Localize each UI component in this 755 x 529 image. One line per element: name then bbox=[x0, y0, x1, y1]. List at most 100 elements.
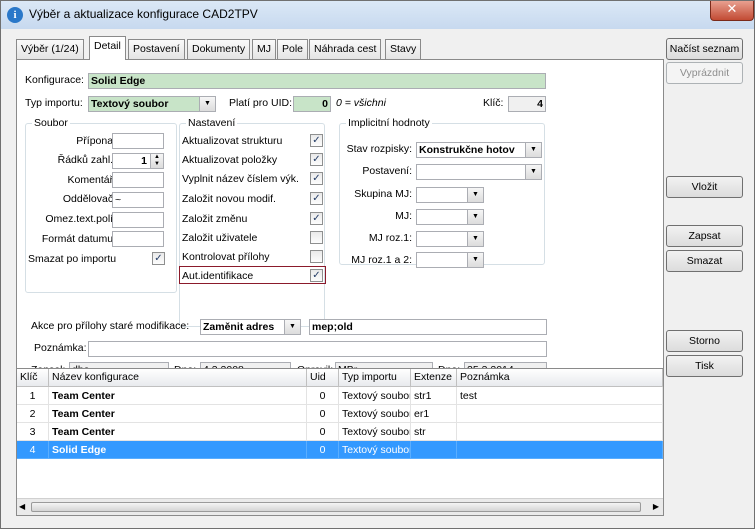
chevron-down-icon[interactable]: ▼ bbox=[525, 143, 541, 157]
mj-combo[interactable]: ▼ bbox=[416, 209, 484, 225]
column-header-extenze[interactable]: Extenze bbox=[411, 369, 457, 387]
column-header-uid[interactable]: Uid bbox=[307, 369, 339, 387]
cell-uid: 0 bbox=[307, 441, 339, 459]
spin-icon[interactable]: ▲ ▼ bbox=[150, 154, 163, 168]
cell-klic: 4 bbox=[17, 441, 49, 459]
kontrolovat-prilohy-checkbox[interactable] bbox=[310, 250, 323, 263]
skupina-label: Skupina MJ: bbox=[354, 188, 412, 200]
tab-postaveni[interactable]: Postavení bbox=[128, 39, 185, 59]
column-header-typ[interactable]: Typ importu bbox=[339, 369, 411, 387]
chevron-down-icon[interactable]: ▼ bbox=[467, 210, 483, 224]
radku-label: Řádků zahl.: bbox=[57, 154, 116, 166]
typ-importu-combo[interactable]: Textový soubor ▼ bbox=[88, 96, 216, 112]
cell-typ: Textový soubor bbox=[339, 441, 411, 459]
vlozit-button[interactable]: Vložit bbox=[666, 176, 743, 198]
chevron-down-icon[interactable]: ▼ bbox=[199, 97, 215, 111]
zalozit-zmenu-checkbox[interactable]: ✓ bbox=[310, 212, 323, 225]
soubor-group: Soubor Přípona: Řádků zahl.: 1 ▲ ▼ Komentá… bbox=[25, 117, 177, 293]
poznamka-field[interactable] bbox=[88, 341, 547, 357]
chevron-down-icon[interactable]: ▼ bbox=[467, 232, 483, 246]
plati-label: Platí pro UID: bbox=[229, 97, 293, 109]
nastaveni-label-4: Založit změnu bbox=[182, 213, 248, 225]
format-field[interactable] bbox=[112, 231, 164, 247]
postaveni-combo[interactable]: ▼ bbox=[416, 164, 542, 180]
chevron-down-icon[interactable]: ▼ bbox=[467, 188, 483, 202]
tab-detail[interactable]: Detail bbox=[89, 36, 126, 60]
smazat-checkbox[interactable]: ✓ bbox=[152, 252, 165, 265]
mjroz12-combo[interactable]: ▼ bbox=[416, 252, 484, 268]
tab-dokumenty[interactable]: Dokumenty bbox=[187, 39, 251, 59]
cell-klic: 3 bbox=[17, 423, 49, 441]
info-icon: i bbox=[7, 7, 23, 23]
nastaveni-label-7: Aut.identifikace bbox=[182, 270, 254, 282]
tab-mj[interactable]: MJ bbox=[252, 39, 276, 59]
title-bar: i Výběr a aktualizace konfigurace CAD2TP… bbox=[1, 1, 754, 29]
smazat-label: Smazat po importu bbox=[28, 253, 117, 265]
table-row-selected[interactable]: 4 Solid Edge 0 Textový soubor bbox=[17, 441, 663, 459]
omez-field[interactable] bbox=[112, 212, 164, 228]
column-header-poznamka[interactable]: Poznámka bbox=[457, 369, 663, 387]
stav-value: Konstrukčne hotov bbox=[419, 144, 515, 156]
nacist-seznam-button[interactable]: Načíst seznam bbox=[666, 38, 743, 60]
implicitni-group: Implicitní hodnoty Stav rozpisky: Konstr… bbox=[339, 117, 545, 268]
komentar-field[interactable] bbox=[112, 172, 164, 188]
tisk-button[interactable]: Tisk bbox=[666, 355, 743, 377]
smazat-button[interactable]: Smazat bbox=[666, 250, 743, 272]
column-header-nazev[interactable]: Název konfigurace bbox=[49, 369, 307, 387]
akce-label: Akce pro přílohy staré modifikace: bbox=[31, 320, 190, 332]
skupina-combo[interactable]: ▼ bbox=[416, 187, 484, 203]
radku-value: 1 bbox=[141, 155, 147, 167]
column-header-klic[interactable]: Klíč bbox=[17, 369, 49, 387]
stav-combo[interactable]: Konstrukčne hotov ▼ bbox=[416, 142, 542, 158]
aktualizovat-polozky-checkbox[interactable]: ✓ bbox=[310, 153, 323, 166]
tab-stavy[interactable]: Stavy bbox=[385, 39, 422, 59]
scrollbar-thumb[interactable] bbox=[31, 502, 641, 512]
mjroz1-combo[interactable]: ▼ bbox=[416, 231, 484, 247]
akce-combo[interactable]: Zaměnit adres ▼ bbox=[200, 319, 301, 335]
chevron-down-icon[interactable]: ▼ bbox=[284, 320, 300, 334]
nastaveni-label-5: Založit uživatele bbox=[182, 232, 258, 244]
horizontal-scrollbar[interactable]: ◀ ▶ bbox=[17, 498, 663, 515]
chevron-down-icon[interactable]: ▼ bbox=[525, 165, 541, 179]
table-row[interactable]: 3 Team Center 0 Textový soubor str bbox=[17, 423, 663, 441]
pripona-label: Přípona: bbox=[76, 135, 116, 147]
konfigurace-field[interactable]: Solid Edge bbox=[88, 73, 546, 89]
radku-stepper[interactable]: 1 ▲ ▼ bbox=[112, 153, 164, 169]
client-area: Výběr (1/24) Detail Postavení Dokumenty … bbox=[8, 31, 748, 523]
format-label: Formát datumu: bbox=[41, 233, 116, 245]
akce-value: Zaměnit adres bbox=[203, 321, 275, 333]
zalozit-modif-checkbox[interactable]: ✓ bbox=[310, 192, 323, 205]
scroll-left-icon[interactable]: ◀ bbox=[19, 502, 25, 511]
scroll-right-icon[interactable]: ▶ bbox=[653, 502, 659, 511]
tab-vyber[interactable]: Výběr (1/24) bbox=[16, 39, 84, 59]
mj-label: MJ: bbox=[395, 210, 412, 222]
zapsat-button[interactable]: Zapsat bbox=[666, 225, 743, 247]
close-button[interactable]: ✕ bbox=[710, 1, 754, 21]
cell-typ: Textový soubor bbox=[339, 387, 411, 405]
main-window: i Výběr a aktualizace konfigurace CAD2TP… bbox=[0, 0, 755, 529]
table-row[interactable]: 1 Team Center 0 Textový soubor str1 test bbox=[17, 387, 663, 405]
vyplnit-nazev-checkbox[interactable]: ✓ bbox=[310, 172, 323, 185]
akce-extra-field[interactable]: mep;old bbox=[309, 319, 547, 335]
zalozit-uzivatele-checkbox[interactable] bbox=[310, 231, 323, 244]
plati-uid-field[interactable]: 0 bbox=[293, 96, 331, 112]
table-row[interactable]: 2 Team Center 0 Textový soubor er1 bbox=[17, 405, 663, 423]
detail-panel: Konfigurace: Solid Edge Typ importu: Tex… bbox=[16, 59, 664, 389]
stav-label: Stav rozpisky: bbox=[346, 143, 412, 155]
storno-button[interactable]: Storno bbox=[666, 330, 743, 352]
pripona-field[interactable] bbox=[112, 133, 164, 149]
implicitni-title: Implicitní hodnoty bbox=[346, 117, 432, 129]
klic-label: Klíč: bbox=[483, 97, 504, 109]
vyprazdnit-button[interactable]: Vyprázdnit bbox=[666, 62, 743, 84]
tab-nahrada-cest[interactable]: Náhrada cest bbox=[309, 39, 382, 59]
configurations-grid[interactable]: Klíč Název konfigurace Uid Typ importu E… bbox=[16, 368, 664, 516]
cell-uid: 0 bbox=[307, 423, 339, 441]
chevron-down-icon[interactable]: ▼ bbox=[467, 253, 483, 267]
cell-pozn bbox=[457, 441, 663, 459]
komentar-label: Komentář: bbox=[67, 174, 116, 186]
tab-pole[interactable]: Pole bbox=[277, 39, 309, 59]
aktualizovat-strukturu-checkbox[interactable]: ✓ bbox=[310, 134, 323, 147]
aut-identifikace-checkbox[interactable]: ✓ bbox=[310, 269, 323, 282]
cell-pozn: test bbox=[457, 387, 663, 405]
oddelovac-field[interactable]: ~ bbox=[112, 192, 164, 208]
